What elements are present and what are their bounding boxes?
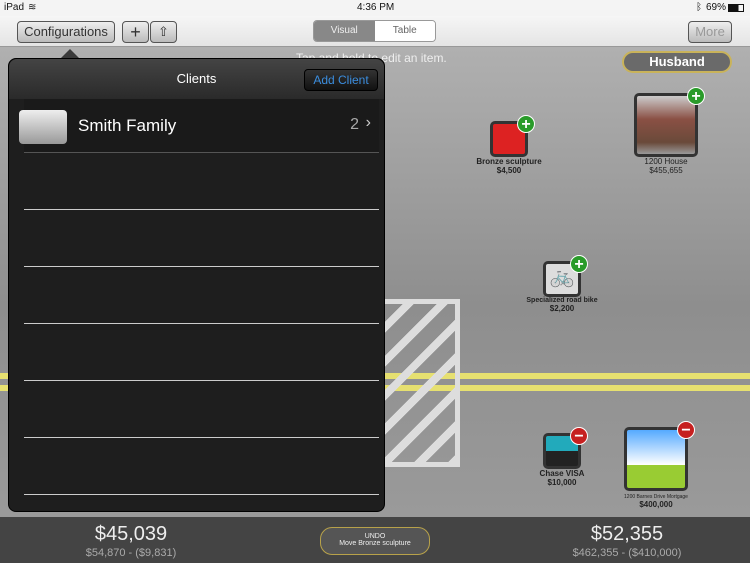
undo-button[interactable]: UNDO Move Bronze sculpture [320, 527, 430, 555]
battery-icon [728, 4, 744, 12]
credit-card-icon: − [543, 427, 588, 469]
status-bar: iPad ≋ 4:36 PM ᛒ 69% [0, 0, 750, 16]
asset-item[interactable]: + 1200 House $455,655 [606, 87, 726, 175]
tab-table[interactable]: Table [374, 21, 435, 41]
more-button[interactable]: More [688, 21, 732, 43]
net-worth-detail: $54,870 - ($9,831) [85, 547, 177, 559]
battery-percent: 69% [706, 2, 727, 13]
net-worth: $45,039 [94, 523, 168, 545]
asset-item[interactable]: 🚲 + Specialized road bike $2,200 [502, 255, 622, 313]
share-icon: ⇧ [158, 24, 169, 39]
undo-action: Move Bronze sculpture [339, 540, 411, 547]
wifi-icon: ≋ [28, 2, 37, 13]
item-value: $4,500 [496, 166, 522, 175]
add-button[interactable]: + [122, 21, 149, 43]
net-worth-detail: $462,355 - ($410,000) [572, 547, 682, 559]
toolbar: Configurations + ⇧ Visual Table More [0, 16, 750, 47]
bluetooth-icon: ᛒ [696, 2, 702, 13]
totals-bar: $45,039 $54,870 - ($9,831) UNDO Move Bro… [0, 517, 750, 563]
empty-row [24, 153, 379, 210]
plus-icon[interactable]: + [570, 255, 588, 273]
item-value: $455,655 [649, 166, 683, 175]
net-worth: $52,355 [590, 523, 664, 545]
plus-icon[interactable]: + [517, 115, 535, 133]
house-photo-icon: + [634, 87, 705, 157]
client-row[interactable]: Smith Family 2 › [19, 99, 379, 153]
minus-icon[interactable]: − [570, 427, 588, 445]
empty-row [24, 324, 379, 381]
add-client-button[interactable]: Add Client [304, 69, 378, 91]
bank-icon: − [624, 421, 695, 491]
undo-title: UNDO [364, 533, 386, 540]
left-total: $45,039 $54,870 - ($9,831) [31, 523, 231, 559]
device-label: iPad [4, 2, 25, 13]
right-total: $52,355 $462,355 - ($410,000) [527, 523, 727, 559]
item-name: Specialized road bike [526, 297, 598, 304]
view-segmented-control: Visual Table [313, 20, 436, 42]
configurations-button[interactable]: Configurations [17, 21, 115, 43]
share-button[interactable]: ⇧ [150, 21, 177, 43]
item-name: 1200 House [644, 157, 688, 166]
bicycle-icon: 🚲 + [543, 255, 588, 297]
empty-row [24, 438, 379, 495]
popover-title: Clients [176, 71, 217, 86]
empty-row [24, 381, 379, 438]
empty-row [24, 210, 379, 267]
folder-icon [19, 110, 67, 144]
popover-header: Clients Add Client [9, 59, 384, 99]
item-value: $400,000 [639, 500, 673, 509]
time: 4:36 PM [357, 2, 395, 13]
clients-popover: Clients Add Client Smith Family 2 › [8, 58, 385, 512]
plus-icon[interactable]: + [687, 87, 705, 105]
chevron-right-icon: › [365, 114, 371, 131]
empty-row [24, 267, 379, 324]
liability-item[interactable]: − 1200 Barnes Drive Mortgage $400,000 [596, 421, 716, 509]
item-value: $2,200 [549, 304, 575, 313]
client-count: 2 [350, 116, 359, 133]
tab-visual[interactable]: Visual [314, 21, 375, 41]
ring-icon: + [490, 115, 535, 157]
hatched-area [380, 299, 460, 467]
minus-icon[interactable]: − [677, 421, 695, 439]
client-name: Smith Family [78, 116, 177, 135]
asset-item[interactable]: + Bronze sculpture $4,500 [449, 115, 569, 175]
item-name: Bronze sculpture [476, 157, 542, 166]
owner-button[interactable]: Husband [622, 51, 732, 73]
